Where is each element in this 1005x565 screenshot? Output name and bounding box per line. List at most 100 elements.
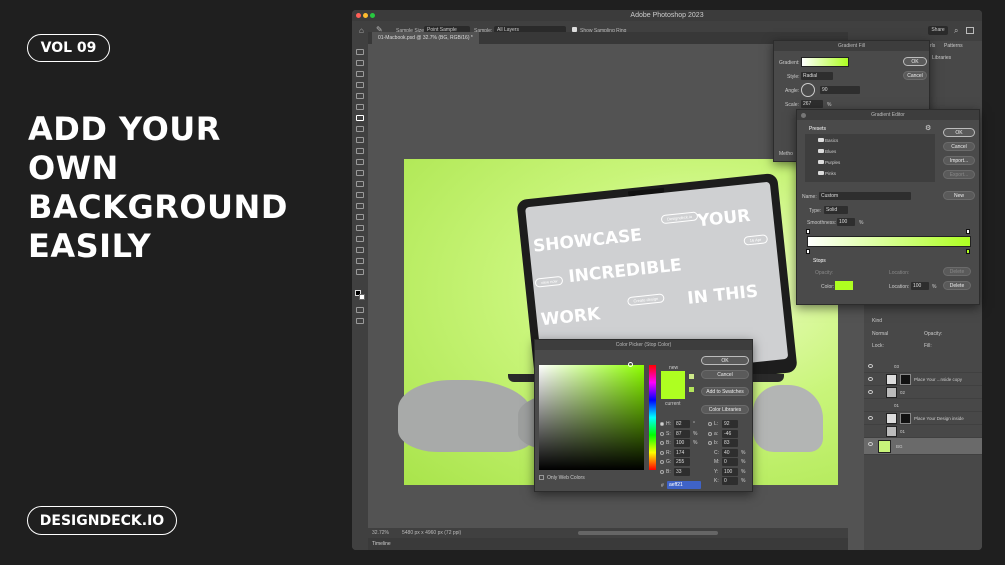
layer-row[interactable]: 01 — [864, 399, 982, 412]
color-mode-radio[interactable] — [660, 422, 664, 426]
eye-icon[interactable] — [868, 442, 873, 446]
gradient-swatch[interactable] — [801, 57, 849, 67]
eyedropper-tool-icon[interactable] — [356, 115, 364, 121]
magic-wand-tool-icon[interactable] — [356, 82, 364, 88]
zoom-window-button[interactable] — [370, 13, 375, 18]
layer-row[interactable]: Place Your Design inside — [864, 412, 982, 425]
color-mode-radio[interactable] — [660, 431, 664, 436]
color-cmyk-input[interactable]: 100 — [722, 467, 738, 476]
color-field[interactable] — [539, 365, 644, 470]
eye-icon[interactable] — [868, 390, 873, 394]
delete-color-stop-button[interactable]: Delete — [943, 281, 971, 290]
eye-icon[interactable] — [868, 364, 873, 368]
gamut-warning-icon[interactable] — [689, 374, 694, 379]
gradient-fill-ok-button[interactable]: OK — [903, 57, 927, 66]
preset-folder[interactable]: Basics — [813, 135, 935, 146]
type-select[interactable]: Solid — [824, 206, 848, 214]
scale-input[interactable]: 267 — [801, 100, 823, 108]
status-zoom[interactable]: 32.72% — [372, 528, 389, 538]
zoom-tool-icon[interactable] — [356, 269, 364, 275]
frame-tool-icon[interactable] — [356, 104, 364, 110]
lasso-tool-icon[interactable] — [356, 71, 364, 77]
blur-tool-icon[interactable] — [356, 192, 364, 198]
workspace-icon[interactable] — [966, 27, 974, 34]
gradient-editor-ok-button[interactable]: OK — [943, 128, 975, 137]
gear-icon[interactable]: ⚙ — [925, 124, 931, 132]
export-button[interactable]: Export... — [943, 170, 975, 179]
smoothness-input[interactable]: 100 — [837, 218, 855, 226]
color-picker-ok-button[interactable]: OK — [701, 356, 749, 365]
color-rgb-input[interactable]: 33 — [674, 467, 690, 476]
new-gradient-button[interactable]: New — [943, 191, 975, 200]
color-mode-radio[interactable] — [708, 422, 712, 426]
color-mode-radio[interactable] — [660, 460, 664, 464]
opacity-stop-left[interactable] — [806, 229, 810, 234]
color-lab-input[interactable]: 92 — [722, 420, 738, 428]
add-to-swatches-button[interactable]: Add to Swatches — [701, 387, 749, 396]
layer-filter-kind[interactable]: Kind — [872, 318, 882, 324]
color-hsb-input[interactable]: 87 — [674, 429, 690, 438]
crop-tool-icon[interactable] — [356, 93, 364, 99]
layer-row[interactable]: 01 — [864, 425, 982, 438]
layer-row[interactable]: Place Your ...nside copy — [864, 373, 982, 386]
color-cmyk-input[interactable]: 40 — [722, 448, 738, 457]
quick-mask-icon[interactable] — [356, 307, 364, 313]
color-hsb-input[interactable]: 82 — [674, 420, 690, 428]
blend-mode-select[interactable]: Normal — [872, 331, 888, 337]
share-button[interactable]: Share — [928, 26, 948, 35]
color-mode-radio[interactable] — [660, 450, 664, 455]
color-lab-input[interactable]: 83 — [722, 439, 738, 447]
home-icon[interactable]: ⌂ — [359, 26, 364, 35]
layer-row[interactable]: 02 — [864, 386, 982, 399]
layer-row[interactable]: 03 — [864, 360, 982, 373]
color-cmyk-input[interactable]: 0 — [722, 458, 738, 466]
only-web-colors-checkbox[interactable] — [539, 475, 544, 480]
delete-opacity-stop-button[interactable]: Delete — [943, 267, 971, 276]
hue-slider[interactable] — [649, 365, 656, 470]
gradient-tool-icon[interactable] — [356, 181, 364, 187]
color-stop-left[interactable] — [806, 249, 810, 254]
search-icon[interactable]: ⌕ — [954, 26, 958, 36]
type-tool-icon[interactable] — [356, 225, 364, 231]
web-safe-icon[interactable] — [689, 387, 694, 392]
pen-tool-icon[interactable] — [356, 214, 364, 220]
color-lab-input[interactable]: -46 — [722, 429, 738, 438]
timeline-label[interactable]: Timeline — [372, 541, 391, 547]
color-rgb-input[interactable]: 174 — [674, 448, 690, 457]
libraries-tab[interactable]: Libraries — [932, 55, 951, 61]
color-cmyk-input[interactable]: 0 — [722, 477, 738, 485]
panel-tab-patterns[interactable]: Patterns — [944, 43, 963, 49]
move-tool-icon[interactable] — [356, 49, 364, 55]
gradient-bar[interactable] — [807, 236, 971, 247]
opacity-stop-right[interactable] — [966, 229, 970, 234]
brush-tool-icon[interactable] — [356, 137, 364, 143]
color-mode-radio[interactable] — [660, 441, 664, 445]
panel-tab-1[interactable]: rls — [930, 43, 935, 49]
eraser-tool-icon[interactable] — [356, 170, 364, 176]
color-rgb-input[interactable]: 255 — [674, 458, 690, 466]
layer-row-selected[interactable]: BG — [864, 438, 982, 455]
stop-location-input[interactable]: 100 — [911, 282, 929, 290]
document-tab[interactable]: 01-Macbook.psd @ 32.7% (BG, RGB/16) * — [372, 32, 479, 44]
marquee-tool-icon[interactable] — [356, 60, 364, 66]
style-select[interactable]: Radial — [801, 72, 833, 80]
color-hsb-input[interactable]: 100 — [674, 439, 690, 447]
shape-tool-icon[interactable] — [356, 247, 364, 253]
background-color-swatch[interactable] — [359, 294, 365, 300]
color-mode-radio[interactable] — [660, 469, 664, 474]
healing-tool-icon[interactable] — [356, 126, 364, 132]
stop-color-swatch[interactable] — [835, 281, 853, 290]
minimize-window-button[interactable] — [363, 13, 368, 18]
path-select-tool-icon[interactable] — [356, 236, 364, 242]
history-brush-tool-icon[interactable] — [356, 159, 364, 165]
gradient-editor-cancel-button[interactable]: Cancel — [943, 142, 975, 151]
preset-folder[interactable]: Blues — [813, 146, 935, 157]
eye-icon[interactable] — [868, 416, 873, 420]
gradient-fill-cancel-button[interactable]: Cancel — [903, 71, 927, 80]
color-picker-cancel-button[interactable]: Cancel — [701, 370, 749, 379]
color-mode-radio[interactable] — [708, 431, 712, 436]
color-mode-radio[interactable] — [708, 441, 712, 445]
eye-icon[interactable] — [868, 377, 873, 381]
close-window-button[interactable] — [356, 13, 361, 18]
color-libraries-button[interactable]: Color Libraries — [701, 405, 749, 414]
